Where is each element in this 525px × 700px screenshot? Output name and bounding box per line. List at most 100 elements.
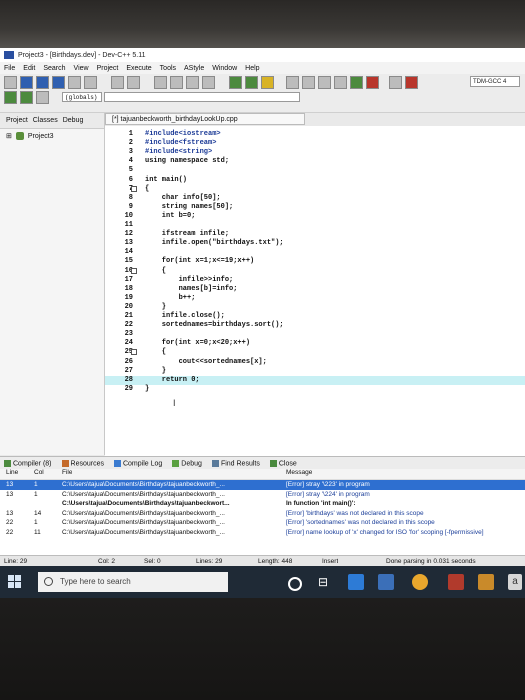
col-line-header[interactable]: Line	[6, 469, 18, 476]
fold-toggle-icon[interactable]	[131, 267, 137, 274]
taskbar-search-input[interactable]: Type here to search	[38, 572, 228, 592]
code-line[interactable]: 26 cout<<sortednames[x];	[105, 358, 525, 367]
windows-start-icon[interactable]	[8, 575, 22, 589]
menu-file[interactable]: File	[4, 65, 15, 72]
code-line[interactable]: 20 }	[105, 303, 525, 312]
find-icon[interactable]	[154, 75, 167, 89]
result-row[interactable]: 22 11 C:\Users\tajua\Documents\Birthdays\t…	[0, 528, 525, 538]
close-button[interactable]: Close	[269, 459, 297, 467]
project-tree-item[interactable]: ⊞ Project3	[0, 129, 104, 143]
tab-classes[interactable]: Classes	[33, 117, 58, 124]
result-row[interactable]: 13 1 C:\Users\tajua\Documents\Birthdays\ta…	[0, 480, 525, 490]
code-line[interactable]: 6 int main()	[105, 176, 525, 185]
cortana-icon[interactable]	[288, 577, 302, 591]
redo-icon[interactable]	[127, 75, 140, 89]
col-file-header[interactable]: File	[62, 469, 72, 476]
class-selector[interactable]: (globals)	[62, 92, 102, 102]
result-row[interactable]: C:\Users\tajua\Documents\Birthdays\tajua…	[0, 499, 525, 509]
tab-resources[interactable]: Resources	[61, 459, 104, 467]
menu-search[interactable]: Search	[43, 65, 65, 72]
code-line[interactable]: 18 names[b]=info;	[105, 285, 525, 294]
stop-icon[interactable]	[366, 75, 379, 89]
word-icon[interactable]: a	[508, 574, 522, 590]
compiler-select[interactable]: TDM-GCC 4	[470, 76, 520, 87]
goto-line-icon[interactable]	[202, 75, 215, 89]
code-line[interactable]: 9 string names[50];	[105, 203, 525, 212]
devcpp-taskbar-icon[interactable]	[448, 574, 464, 590]
print-icon[interactable]	[84, 75, 97, 89]
options-icon[interactable]	[36, 90, 49, 104]
task-view-icon[interactable]: ⊟	[318, 574, 334, 590]
tab-project[interactable]: Project	[6, 117, 28, 124]
dropbox-icon[interactable]	[348, 574, 364, 590]
code-line[interactable]: 21 infile.close();	[105, 312, 525, 321]
col-col-header[interactable]: Col	[34, 469, 44, 476]
new-project-icon[interactable]	[4, 90, 17, 104]
save-icon[interactable]	[36, 75, 49, 89]
code-line[interactable]: 25 {	[105, 348, 525, 357]
menu-astyle[interactable]: AStyle	[184, 65, 204, 72]
code-line[interactable]: 29}	[105, 385, 525, 394]
debug-icon[interactable]	[405, 75, 418, 89]
code-editor[interactable]: 1 #include<iostream> 2 #include<fstream> 3 #i…	[105, 126, 525, 456]
check-icon[interactable]	[350, 75, 363, 89]
replace-icon[interactable]	[170, 75, 183, 89]
new-file-icon[interactable]	[4, 75, 17, 89]
find-next-icon[interactable]	[186, 75, 199, 89]
menu-help[interactable]: Help	[245, 65, 259, 72]
code-line[interactable]: 24 for(int x=0;x<20;x++)	[105, 339, 525, 348]
expand-icon[interactable]: ⊞	[6, 132, 12, 140]
tab-find-results[interactable]: Find Results	[211, 459, 260, 467]
col-message-header[interactable]: Message	[286, 469, 312, 476]
code-line[interactable]: 17 infile>>info;	[105, 276, 525, 285]
forward-icon[interactable]	[245, 75, 258, 89]
code-line[interactable]: 15 for(int x=1;x<=19;x++)	[105, 257, 525, 266]
menu-tools[interactable]: Tools	[160, 65, 176, 72]
chrome-icon[interactable]	[412, 574, 428, 590]
code-line[interactable]: 3 #include<string>	[105, 148, 525, 157]
menu-view[interactable]: View	[74, 65, 89, 72]
code-line[interactable]: 7{	[105, 185, 525, 194]
code-line[interactable]: 1 #include<iostream>	[105, 130, 525, 139]
tab-debug[interactable]: Debug	[63, 117, 84, 124]
code-line[interactable]: 16 {	[105, 267, 525, 276]
class-icon[interactable]	[20, 90, 33, 104]
undo-icon[interactable]	[111, 75, 124, 89]
code-line[interactable]: 19 b++;	[105, 294, 525, 303]
menu-window[interactable]: Window	[212, 65, 237, 72]
edge-icon[interactable]	[378, 574, 394, 590]
result-row[interactable]: 22 1 C:\Users\tajua\Documents\Birthdays\ta…	[0, 518, 525, 528]
code-line[interactable]: 13 infile.open("birthdays.txt");	[105, 239, 525, 248]
fold-toggle-icon[interactable]	[131, 349, 137, 356]
menu-project[interactable]: Project	[97, 65, 119, 72]
code-line[interactable]: 4 using namespace std;	[105, 157, 525, 166]
code-line[interactable]: 11	[105, 221, 525, 230]
menu-execute[interactable]: Execute	[126, 65, 151, 72]
code-line[interactable]: 27 }	[105, 367, 525, 376]
code-line[interactable]: 23	[105, 330, 525, 339]
save-all-icon[interactable]	[52, 75, 65, 89]
rebuild-icon[interactable]	[334, 75, 347, 89]
app-taskbar-icon[interactable]	[478, 574, 494, 590]
code-line[interactable]: 8 char info[50];	[105, 194, 525, 203]
function-selector[interactable]	[104, 92, 300, 102]
chart-icon[interactable]	[389, 75, 402, 89]
code-line[interactable]: 28 return 0;	[105, 375, 525, 385]
tab-debug-output[interactable]: Debug	[172, 459, 202, 467]
result-row[interactable]: 13 1 C:\Users\tajua\Documents\Birthdays\ta…	[0, 490, 525, 500]
menu-edit[interactable]: Edit	[23, 65, 35, 72]
open-icon[interactable]	[20, 75, 33, 89]
fold-toggle-icon[interactable]	[131, 185, 137, 192]
close-file-icon[interactable]	[68, 75, 81, 89]
code-line[interactable]: 2 #include<fstream>	[105, 139, 525, 148]
tab-compile-log[interactable]: Compile Log	[113, 459, 162, 467]
result-row[interactable]: 13 14 C:\Users\tajua\Documents\Birthdays\t…	[0, 509, 525, 519]
code-line[interactable]: 12 ifstream infile;	[105, 230, 525, 239]
bookmark-icon[interactable]	[261, 75, 274, 89]
code-line[interactable]: 10 int b=0;	[105, 212, 525, 221]
run-icon[interactable]	[302, 75, 315, 89]
compile-icon[interactable]	[286, 75, 299, 89]
back-icon[interactable]	[229, 75, 242, 89]
code-line[interactable]: 14	[105, 248, 525, 257]
editor-file-tab[interactable]: [*] tajuanbeckworth_birthdayLookUp.cpp	[105, 113, 305, 125]
